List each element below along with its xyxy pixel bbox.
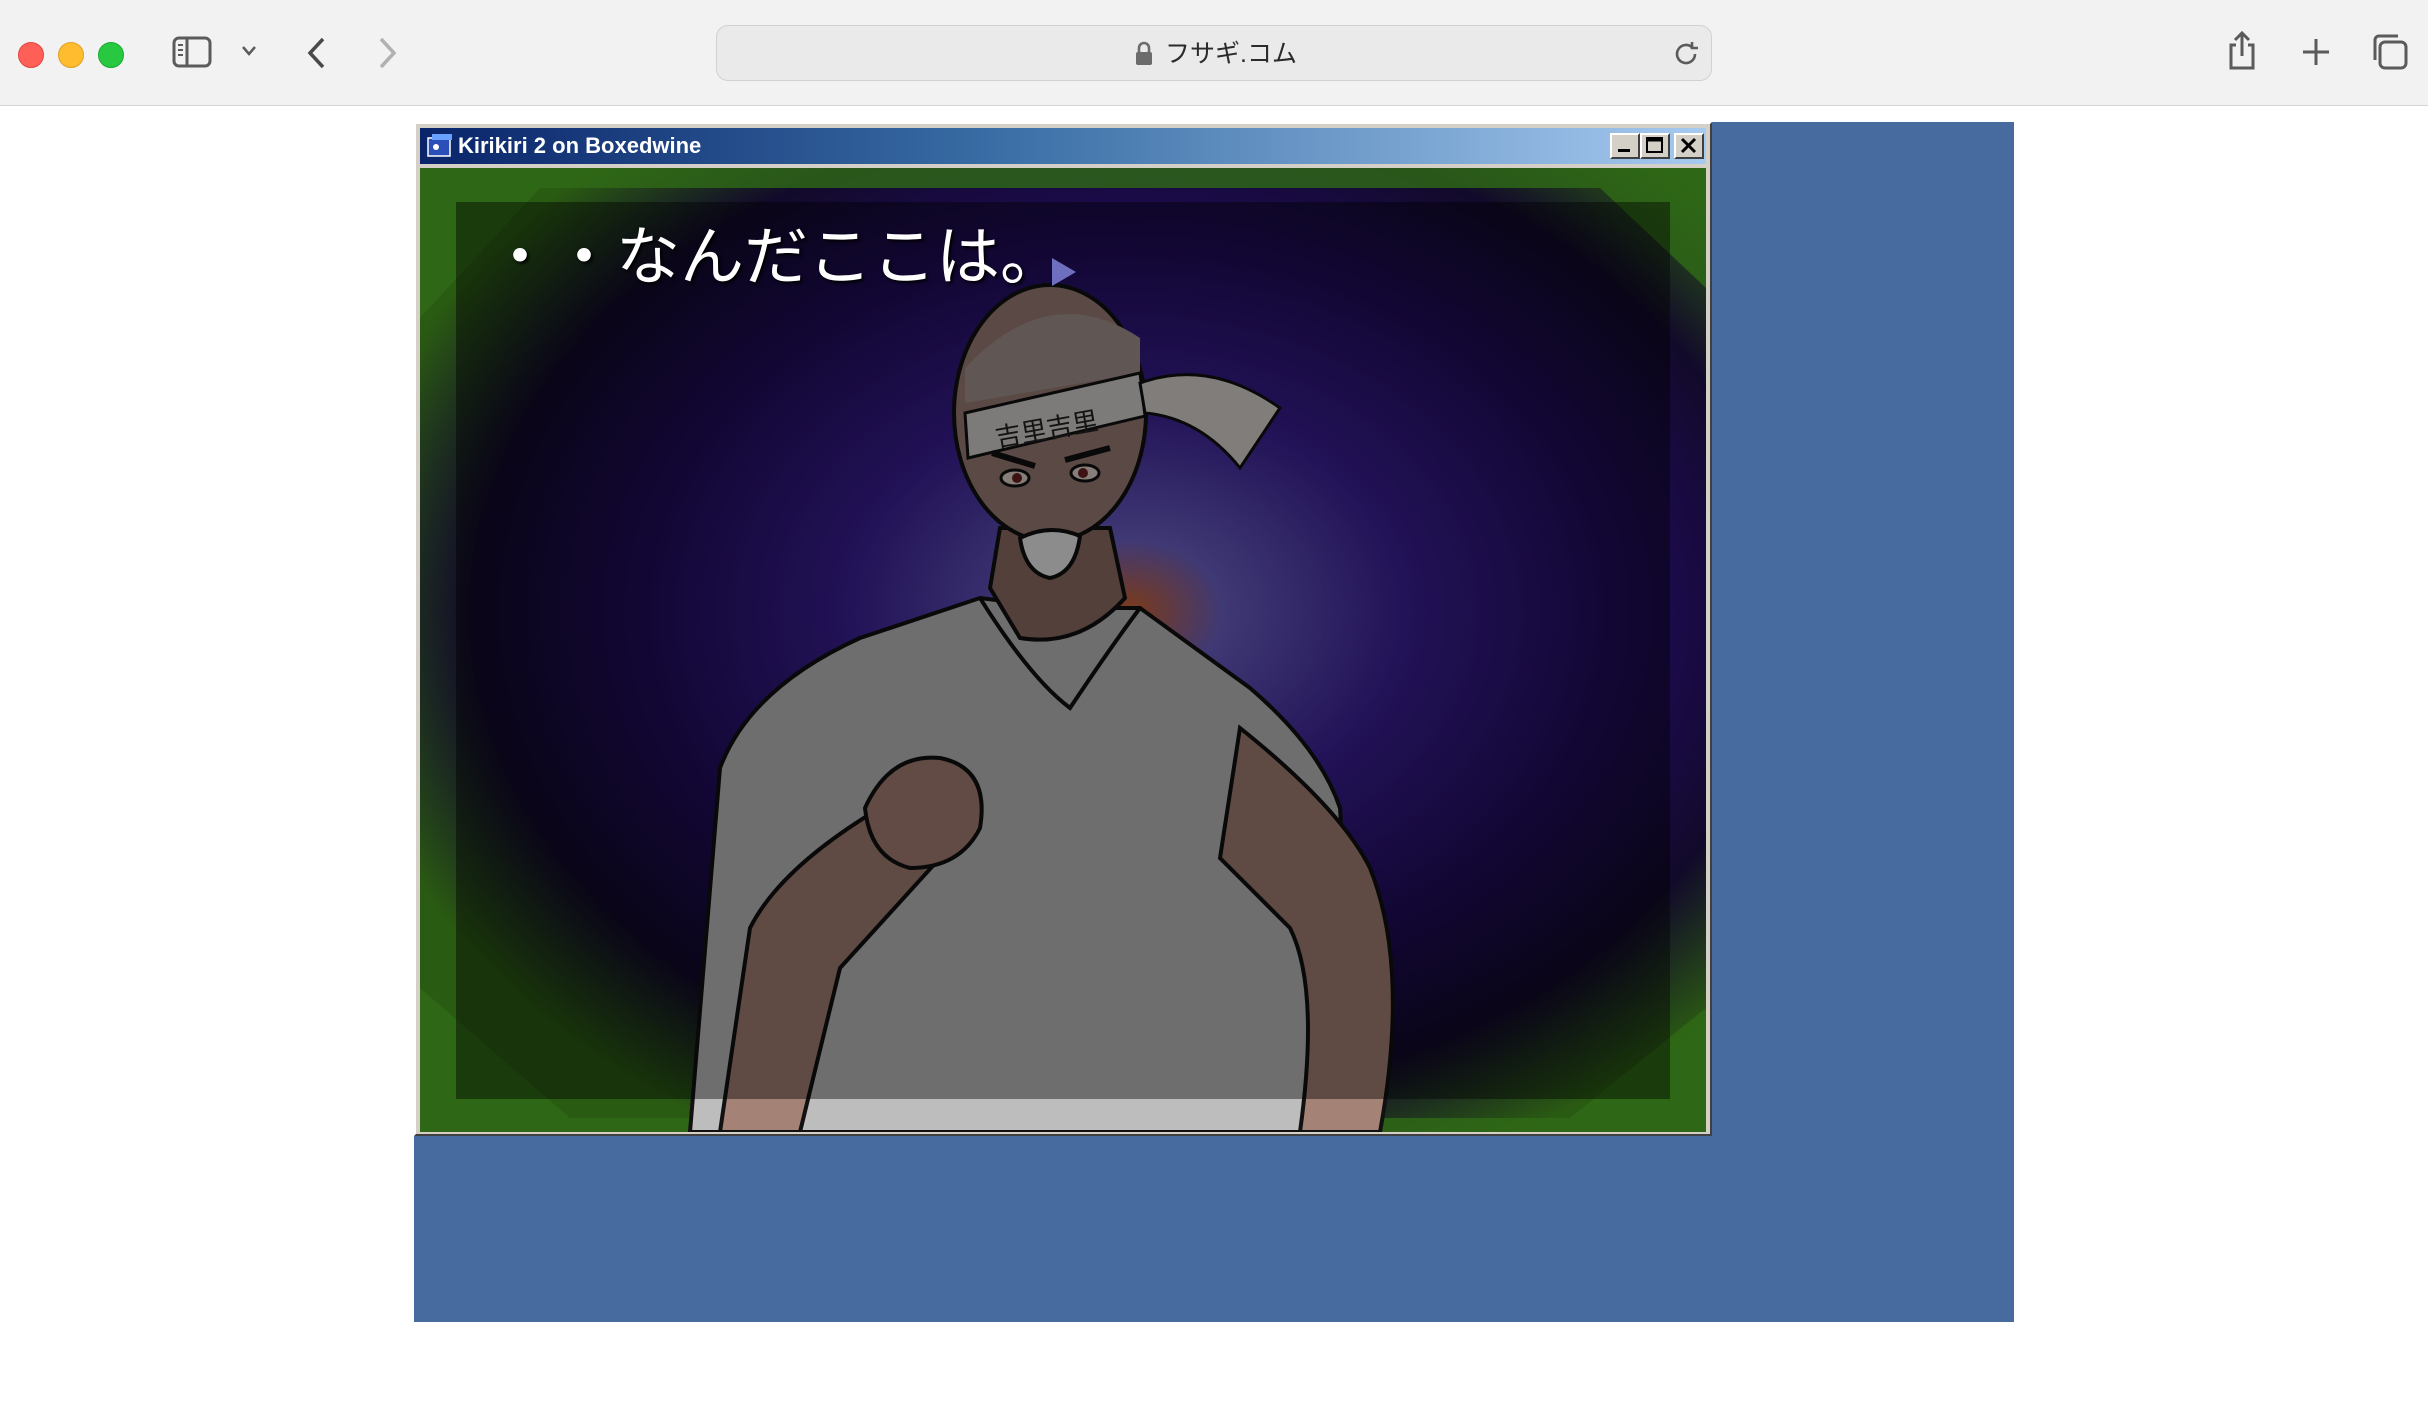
plus-icon[interactable] [2300, 36, 2332, 68]
message-window[interactable] [456, 202, 1670, 1099]
window-close-button[interactable] [18, 42, 44, 68]
window-zoom-button[interactable] [98, 42, 124, 68]
chevron-right-icon[interactable] [376, 36, 398, 70]
url-text: フサギ.コム [1165, 40, 1297, 68]
share-icon[interactable] [2226, 30, 2258, 72]
sidebar-icon[interactable] [172, 34, 214, 72]
window-title: Kirikiri 2 on Boxedwine [458, 133, 702, 158]
close-button[interactable] [1674, 133, 1704, 159]
reload-icon[interactable] [1671, 39, 1701, 74]
window-minimize-button[interactable] [58, 42, 84, 68]
dialogue-text: ・・なんだここは。 [488, 221, 1064, 295]
window-titlebar[interactable]: Kirikiri 2 on Boxedwine [420, 128, 1706, 164]
address-bar[interactable]: フサギ.コム [716, 25, 1712, 81]
chevron-down-icon[interactable] [240, 44, 258, 58]
chevron-left-icon[interactable] [306, 36, 328, 70]
boxedwine-icon [426, 132, 454, 165]
minimize-button[interactable] [1610, 133, 1640, 159]
game-screen[interactable]: 吉里吉里 ・・なんだここは。 [420, 168, 1706, 1132]
tabs-icon[interactable] [2370, 32, 2410, 72]
browser-toolbar: フサギ.コム [0, 0, 2428, 106]
maximize-button[interactable] [1640, 133, 1670, 159]
kirikiri-window[interactable]: Kirikiri 2 on Boxedwine 吉里吉里 ・・なんだここは。 [414, 122, 1712, 1136]
next-page-arrow-icon[interactable] [1050, 256, 1078, 293]
